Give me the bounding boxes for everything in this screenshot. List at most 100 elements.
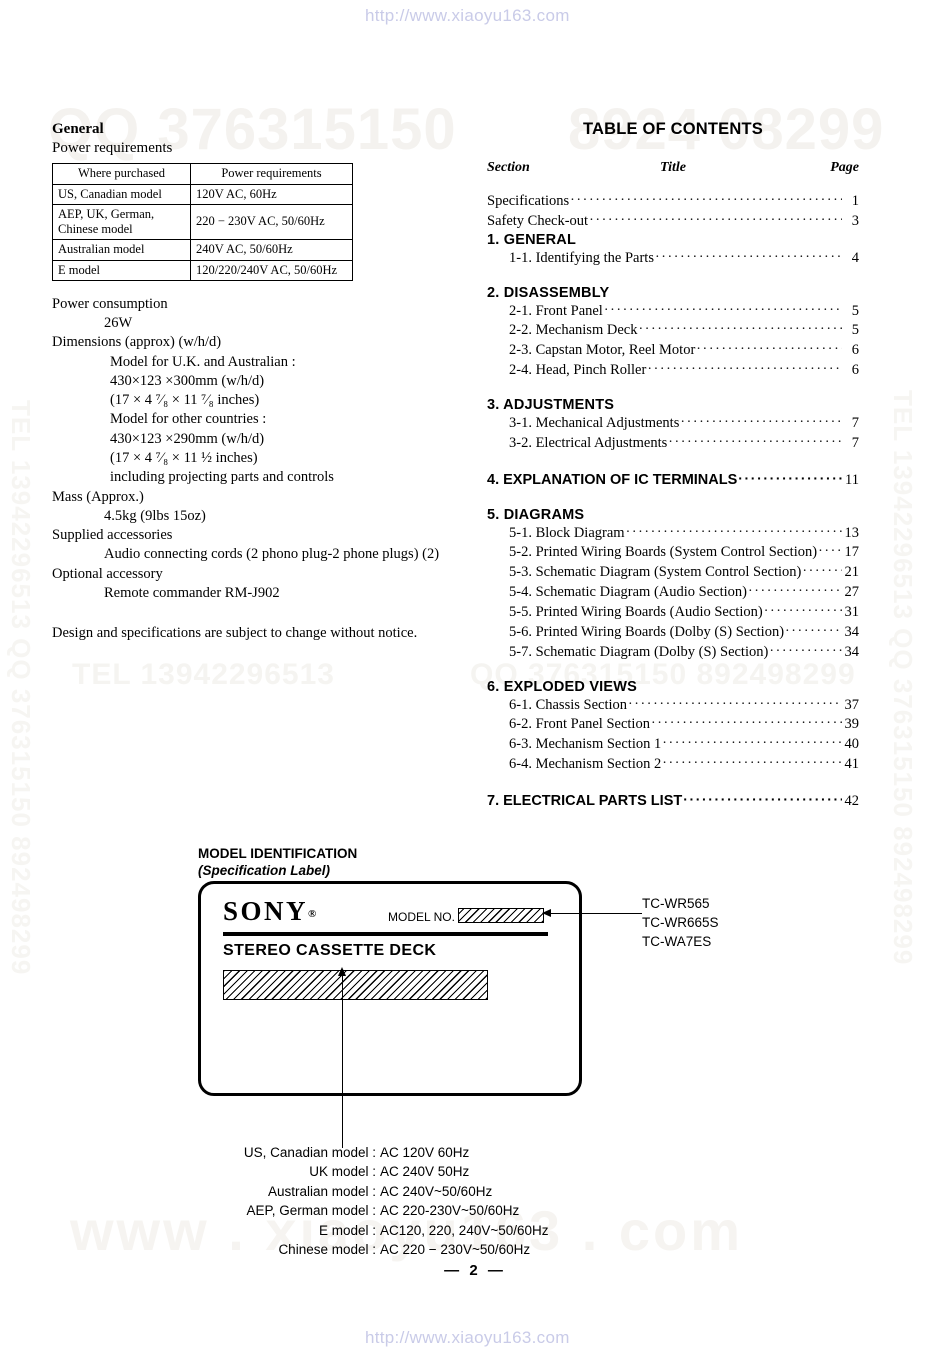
voltage-model-label: AEP, German model : <box>246 1203 376 1219</box>
toc-group: 7. ELECTRICAL PARTS LIST ················… <box>487 791 859 812</box>
toc-entry-page: 6 <box>851 342 859 359</box>
table-cell: 120/220/240V AC, 50/60Hz <box>190 259 353 281</box>
voltage-value: AC 220-230V~50/60Hz <box>380 1203 520 1219</box>
toc-group: 5. DIAGRAMS 5-1. Block Diagram ···········… <box>487 507 859 663</box>
toc-entry[interactable]: 6-1. Chassis Section ····················… <box>487 696 859 716</box>
toc-dot-leader: ········································… <box>628 696 842 712</box>
model-number: TC-WR565 <box>642 896 710 911</box>
watermark-top-url: http://www.xiaoyu163.com <box>365 6 570 25</box>
table-cell: Australian model <box>52 239 191 261</box>
specification-line: Remote commander RM-J902 <box>104 584 280 601</box>
model-no-caption: MODEL NO. <box>388 910 455 924</box>
toc-group: 1. GENERAL 1-1. Identifying the Parts ····… <box>487 232 859 269</box>
toc-entry[interactable]: Specifications ··························… <box>487 192 859 212</box>
voltage-value: AC 240V 50Hz <box>380 1164 470 1180</box>
table-row: E model 120/220/240V AC, 50/60Hz <box>52 259 353 281</box>
toc-group-heading[interactable]: 1. GENERAL <box>487 232 859 248</box>
toc-dot-leader: ········································… <box>769 643 842 659</box>
toc-entry-label: 5-5. Printed Wiring Boards (Audio Sectio… <box>509 604 763 621</box>
toc-entry-page: 17 <box>844 544 860 561</box>
toc-group-heading[interactable]: 2. DISASSEMBLY <box>487 285 859 301</box>
watermark-vertical-right: TEL 13942296513 QQ 376315150 892498299 <box>888 390 918 966</box>
voltage-row: UK model : AC 240V 50Hz <box>198 1162 582 1181</box>
power-requirements-table: Where purchased Power requirements US, Can… <box>52 163 353 281</box>
toc-entry-page: 40 <box>844 736 860 753</box>
model-number: TC-WR665S <box>642 915 719 931</box>
toc-entry[interactable]: 5-5. Printed Wiring Boards (Audio Sectio… <box>487 603 859 623</box>
table-row: Australian model 240V AC, 50/60Hz <box>52 239 353 261</box>
toc-dot-leader: ········································… <box>570 193 842 208</box>
table-header-row: Where purchased Power requirements <box>52 163 353 185</box>
voltage-model-label: Chinese model : <box>278 1242 376 1258</box>
toc-entry-page: 3 <box>851 212 859 229</box>
toc-entry-label: 3-2. Electrical Adjustments <box>509 434 668 451</box>
toc-dot-leader: ········································… <box>680 415 842 431</box>
toc-group-heading[interactable]: 5. DIAGRAMS <box>487 507 859 523</box>
toc-entry-label: 2-4. Head, Pinch Roller <box>509 362 647 379</box>
specification-line: (17 × 4 ⁷⁄₈ × 11 ⁷⁄₈ inches) <box>110 392 260 409</box>
voltage-row: AEP, German model : AC 220-230V~50/60Hz <box>198 1201 582 1220</box>
toc-entry[interactable]: 2-3. Capstan Motor, Reel Motor ··········… <box>487 341 859 361</box>
table-header-cell-0: Where purchased <box>52 163 191 185</box>
toc-entry[interactable]: 3-2. Electrical Adjustments ·············… <box>487 434 859 454</box>
toc-dot-leader: ········································… <box>625 524 842 540</box>
toc-entry[interactable]: 5-6. Printed Wiring Boards (Dolby (S) Se… <box>487 623 859 643</box>
toc-entry[interactable]: 5-4. Schematic Diagram (Audio Section) ··… <box>487 583 859 603</box>
toc-entry[interactable]: 3-1. Mechanical Adjustments ·············… <box>487 414 859 434</box>
toc-entry[interactable]: 2-1. Front Panel ························… <box>487 302 859 322</box>
toc-entry-label: 5-1. Block Diagram <box>509 524 625 541</box>
specification-line: 430×123 ×290mm (w/h/d) <box>110 430 265 447</box>
toc-dot-leader: ········································… <box>747 584 842 600</box>
toc-entry[interactable]: 2-2. Mechanism Deck ·····················… <box>487 321 859 341</box>
toc-group-heading[interactable]: 3. ADJUSTMENTS <box>487 397 859 413</box>
toc-entry-page: 21 <box>844 564 860 581</box>
toc-dot-leader: ········································… <box>818 544 842 560</box>
toc-dot-leader: ········································… <box>738 469 842 486</box>
toc-dot-leader: ········································… <box>763 604 842 620</box>
toc-entry[interactable]: 1-1. Identifying the Parts ··············… <box>487 249 859 269</box>
callout-arrow-model-no <box>542 908 551 917</box>
toc-entry-page: 34 <box>844 643 860 660</box>
toc-entry[interactable]: 5-1. Block Diagram ······················… <box>487 524 859 544</box>
toc-entry-page: 27 <box>844 584 860 601</box>
toc-entry-page: 11 <box>845 471 859 488</box>
label-divider-rule <box>223 932 548 936</box>
voltage-model-label: E model : <box>318 1222 376 1238</box>
specifications-note: Design and specifications are subject to… <box>52 625 418 642</box>
voltage-row: US, Canadian model : AC 120V 60Hz <box>198 1143 582 1162</box>
toc-entry[interactable]: 2-4. Head, Pinch Roller ·················… <box>487 361 859 381</box>
toc-entry[interactable]: 6-2. Front Panel Section ················… <box>487 715 859 735</box>
toc-entry-label: 6-1. Chassis Section <box>509 696 628 713</box>
toc-group: 3. ADJUSTMENTS 3-1. Mechanical Adjustment… <box>487 397 859 454</box>
table-cell: 240V AC, 50/60Hz <box>190 239 353 261</box>
toc-top-entries: Specifications ··························… <box>487 192 859 232</box>
toc-entry[interactable]: 6-4. Mechanism Section 2 ················… <box>487 755 859 775</box>
toc-entry[interactable]: 6-3. Mechanism Section 1 ················… <box>487 735 859 755</box>
voltage-row: Chinese model : AC 220 − 230V~50/60Hz <box>198 1240 582 1259</box>
toc-entry-page: 4 <box>851 249 859 266</box>
toc-entry[interactable]: 5-3. Schematic Diagram (System Control S… <box>487 563 859 583</box>
toc-entry-label: 2-1. Front Panel <box>509 302 603 319</box>
specifications-section: General Power requirements Where purchas… <box>52 120 472 642</box>
toc-dot-leader: ········································… <box>668 434 842 450</box>
specification-line: (17 × 4 ⁷⁄₈ × 11 ½ inches) <box>110 450 258 466</box>
toc-group-heading[interactable]: 7. ELECTRICAL PARTS LIST ················… <box>487 791 859 812</box>
toc-entry[interactable]: Safety Check-out ························… <box>487 212 859 232</box>
voltage-value: AC 120V 60Hz <box>380 1145 470 1160</box>
toc-entry-page: 31 <box>844 604 860 621</box>
toc-entry[interactable]: 5-2. Printed Wiring Boards (System Contr… <box>487 543 859 563</box>
toc-group-heading[interactable]: 4. EXPLANATION OF IC TERMINALS ··········… <box>487 470 859 491</box>
toc-entry-label: 7. ELECTRICAL PARTS LIST <box>487 793 683 810</box>
table-cell: E model <box>52 259 191 281</box>
toc-dot-leader: ········································… <box>638 322 842 338</box>
toc-entry-label: 2-2. Mechanism Deck <box>509 322 638 339</box>
toc-entry-label: 5-3. Schematic Diagram (System Control S… <box>509 564 802 581</box>
toc-entry-page: 7 <box>851 434 859 451</box>
toc-group-heading[interactable]: 6. EXPLODED VIEWS <box>487 679 859 695</box>
toc-entry-label: 1-1. Identifying the Parts <box>509 249 654 266</box>
table-header-cell-1: Power requirements <box>190 163 353 185</box>
specification-line: Mass (Approx.) <box>52 488 144 505</box>
toc-group: 6. EXPLODED VIEWS 6-1. Chassis Section ···… <box>487 679 859 775</box>
toc-entry[interactable]: 5-7. Schematic Diagram (Dolby (S) Sectio… <box>487 643 859 663</box>
sony-logo: SONY® <box>223 898 316 925</box>
